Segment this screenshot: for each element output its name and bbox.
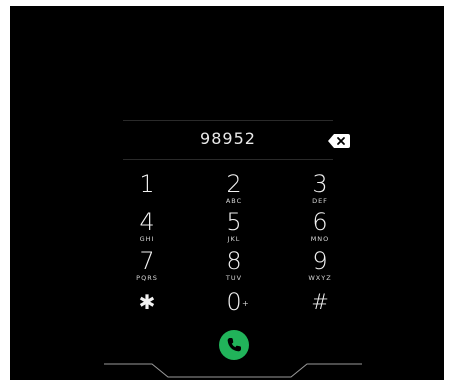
key-letters: DEF bbox=[312, 197, 328, 205]
key-digit: 4 bbox=[139, 208, 155, 236]
key-star[interactable]: ✱ bbox=[112, 289, 182, 327]
key-letters: ABC bbox=[225, 197, 243, 205]
key-digit: 0 bbox=[226, 288, 242, 316]
key-digit: 7 bbox=[139, 247, 155, 275]
key-letters: WXYZ bbox=[308, 274, 332, 282]
number-display-bar: 98952 bbox=[123, 120, 350, 160]
key-6[interactable]: 6 MNO bbox=[285, 209, 355, 247]
key-letters: GHI bbox=[139, 235, 155, 243]
key-3[interactable]: 3 DEF bbox=[285, 171, 355, 209]
key-digit: 9 bbox=[312, 247, 328, 275]
key-0[interactable]: 0 + bbox=[199, 289, 269, 327]
key-digit: # bbox=[311, 290, 329, 314]
key-9[interactable]: 9 WXYZ bbox=[285, 248, 355, 286]
key-4[interactable]: 4 GHI bbox=[112, 209, 182, 247]
key-8[interactable]: 8 TUV bbox=[199, 248, 269, 286]
key-digit: ✱ bbox=[138, 290, 156, 314]
key-digit: 5 bbox=[226, 208, 242, 236]
key-1[interactable]: 1 bbox=[112, 171, 182, 209]
plus-label: + bbox=[242, 299, 249, 308]
key-hash[interactable]: # bbox=[285, 289, 355, 327]
key-digit: 8 bbox=[226, 247, 242, 275]
key-letters: MNO bbox=[310, 235, 330, 243]
key-letters: JKL bbox=[227, 235, 241, 243]
backspace-icon[interactable] bbox=[327, 133, 351, 149]
key-digit: 3 bbox=[312, 170, 328, 198]
key-digit: 2 bbox=[226, 170, 242, 198]
bottom-frame-line bbox=[104, 363, 362, 378]
key-digit: 6 bbox=[312, 208, 328, 236]
dialer-screen: 98952 1 2 ABC 3 DEF 4 GHI 5 JKL 6 MNO 7 … bbox=[10, 6, 444, 380]
dialed-number: 98952 bbox=[200, 129, 256, 148]
key-7[interactable]: 7 PQRS bbox=[112, 248, 182, 286]
key-2[interactable]: 2 ABC bbox=[199, 171, 269, 209]
key-letters: PQRS bbox=[136, 274, 158, 282]
key-digit: 1 bbox=[139, 170, 155, 198]
key-letters: TUV bbox=[225, 274, 243, 282]
key-5[interactable]: 5 JKL bbox=[199, 209, 269, 247]
